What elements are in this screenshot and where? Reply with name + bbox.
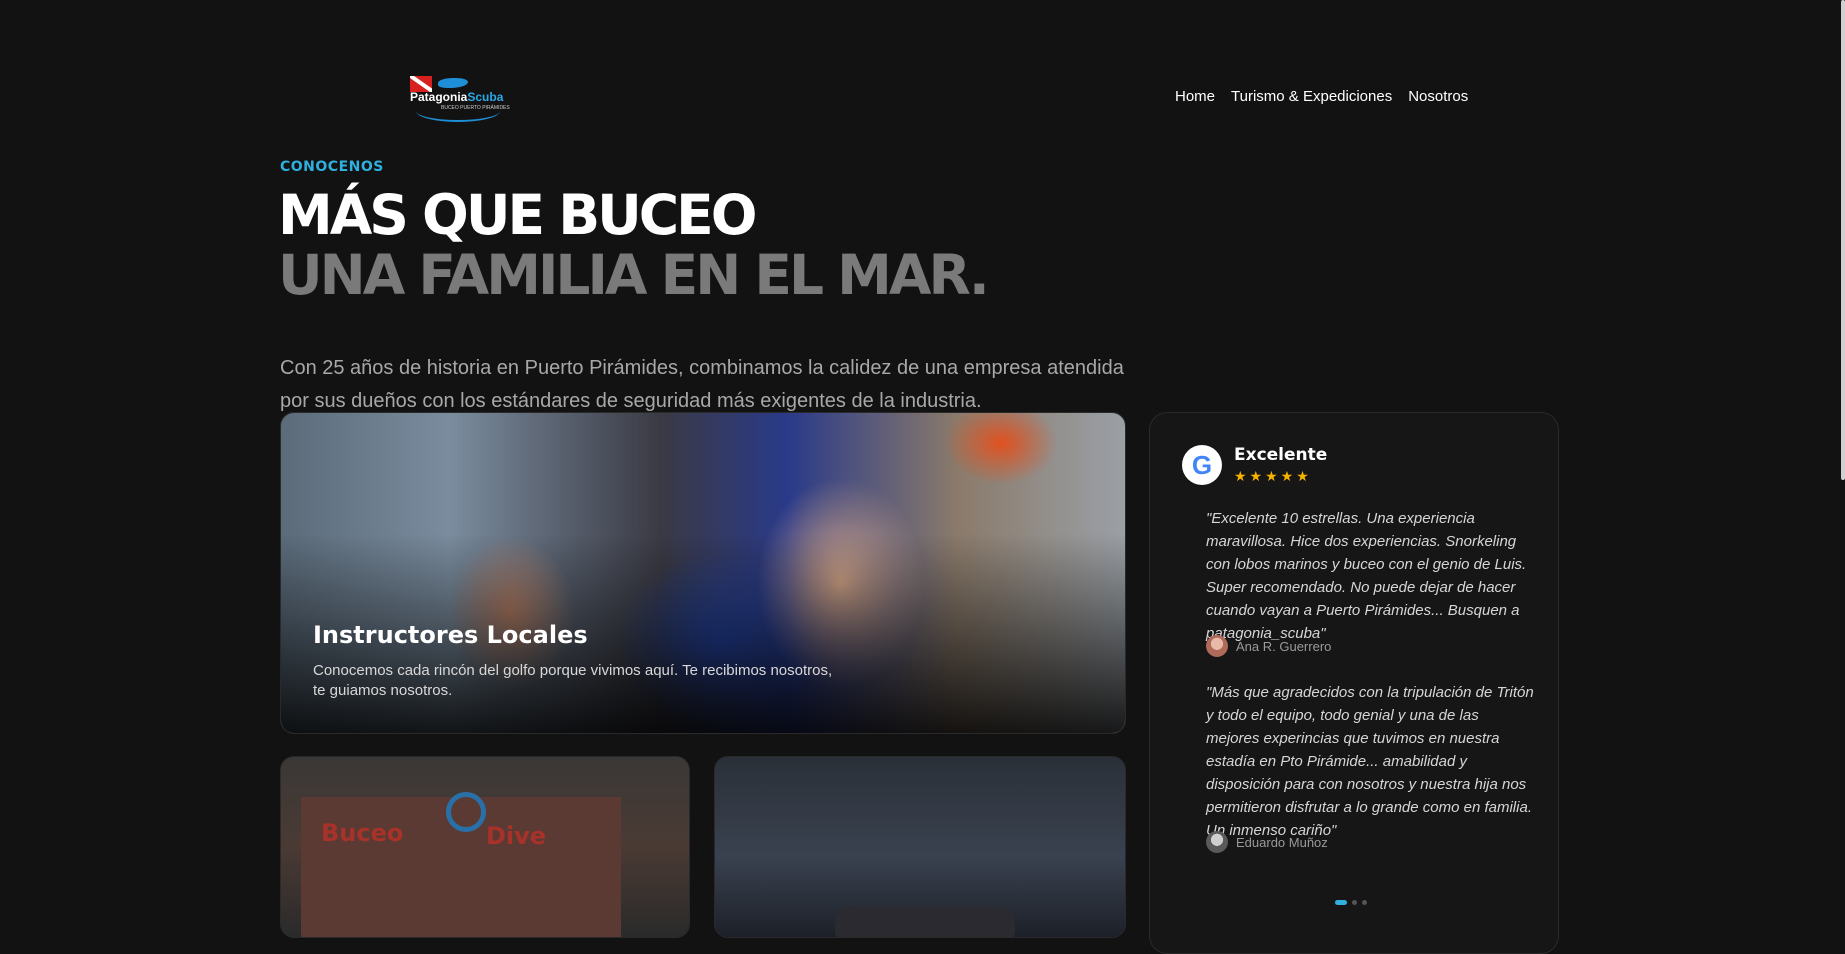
reviews-panel: G Excelente ★★★★★ "Excelente 10 estrella… bbox=[1149, 412, 1559, 954]
section-eyebrow: CONOCENOS bbox=[280, 159, 384, 175]
carousel-dot[interactable] bbox=[1352, 900, 1357, 905]
avatar bbox=[1206, 831, 1228, 853]
diver-icon bbox=[438, 78, 468, 88]
hero-lead: Con 25 años de historia en Puerto Pirámi… bbox=[280, 357, 1124, 412]
star-rating: ★★★★★ bbox=[1234, 469, 1312, 485]
main-nav: Home Turismo & Expediciones Nosotros bbox=[1175, 88, 1468, 105]
boat-photo-card bbox=[714, 756, 1126, 938]
nav-home[interactable]: Home bbox=[1175, 88, 1215, 105]
review-text: "Más que agradecidos con la tripulación … bbox=[1206, 684, 1534, 839]
hero-title-line2: UNA FAMILIA EN EL MAR. bbox=[278, 243, 990, 307]
review-author-name: Eduardo Muñoz bbox=[1236, 834, 1328, 850]
carousel-dot[interactable] bbox=[1335, 900, 1347, 905]
review-text: "Excelente 10 estrellas. Una experiencia… bbox=[1206, 510, 1527, 642]
logo-swoosh bbox=[416, 100, 500, 122]
reviews-rating-title: Excelente bbox=[1234, 445, 1328, 465]
page-scrollbar[interactable] bbox=[1841, 0, 1845, 480]
review-author: Eduardo Muñoz bbox=[1206, 831, 1328, 853]
nav-turismo[interactable]: Turismo & Expediciones bbox=[1231, 88, 1392, 105]
lifebuoy-icon bbox=[446, 792, 486, 832]
review-author: Ana R. Guerrero bbox=[1206, 635, 1331, 657]
hero-title-line1: MÁS QUE BUCEO bbox=[278, 183, 757, 247]
google-icon: G bbox=[1182, 445, 1222, 485]
nav-nosotros[interactable]: Nosotros bbox=[1408, 88, 1468, 105]
card-description: Conocemos cada rincón del golfo porque v… bbox=[313, 662, 833, 699]
boat-shape bbox=[835, 907, 1015, 937]
review-author-name: Ana R. Guerrero bbox=[1236, 638, 1332, 654]
carousel-dot[interactable] bbox=[1362, 900, 1367, 905]
brand-logo[interactable]: PatagoniaScuba BUCEO PUERTO PIRÁMIDES bbox=[410, 74, 510, 122]
instructors-photo-card: Instructores Locales Conocemos cada rinc… bbox=[280, 412, 1126, 734]
carousel-dots bbox=[1335, 900, 1367, 905]
card-title: Instructores Locales bbox=[313, 621, 588, 649]
shop-sign-dive: Dive bbox=[486, 822, 547, 850]
shop-sign-buceo: Buceo bbox=[321, 819, 404, 847]
logo-tagline: BUCEO PUERTO PIRÁMIDES bbox=[441, 105, 510, 111]
avatar bbox=[1206, 635, 1228, 657]
dive-shop-photo-card: Buceo Dive bbox=[280, 756, 690, 938]
